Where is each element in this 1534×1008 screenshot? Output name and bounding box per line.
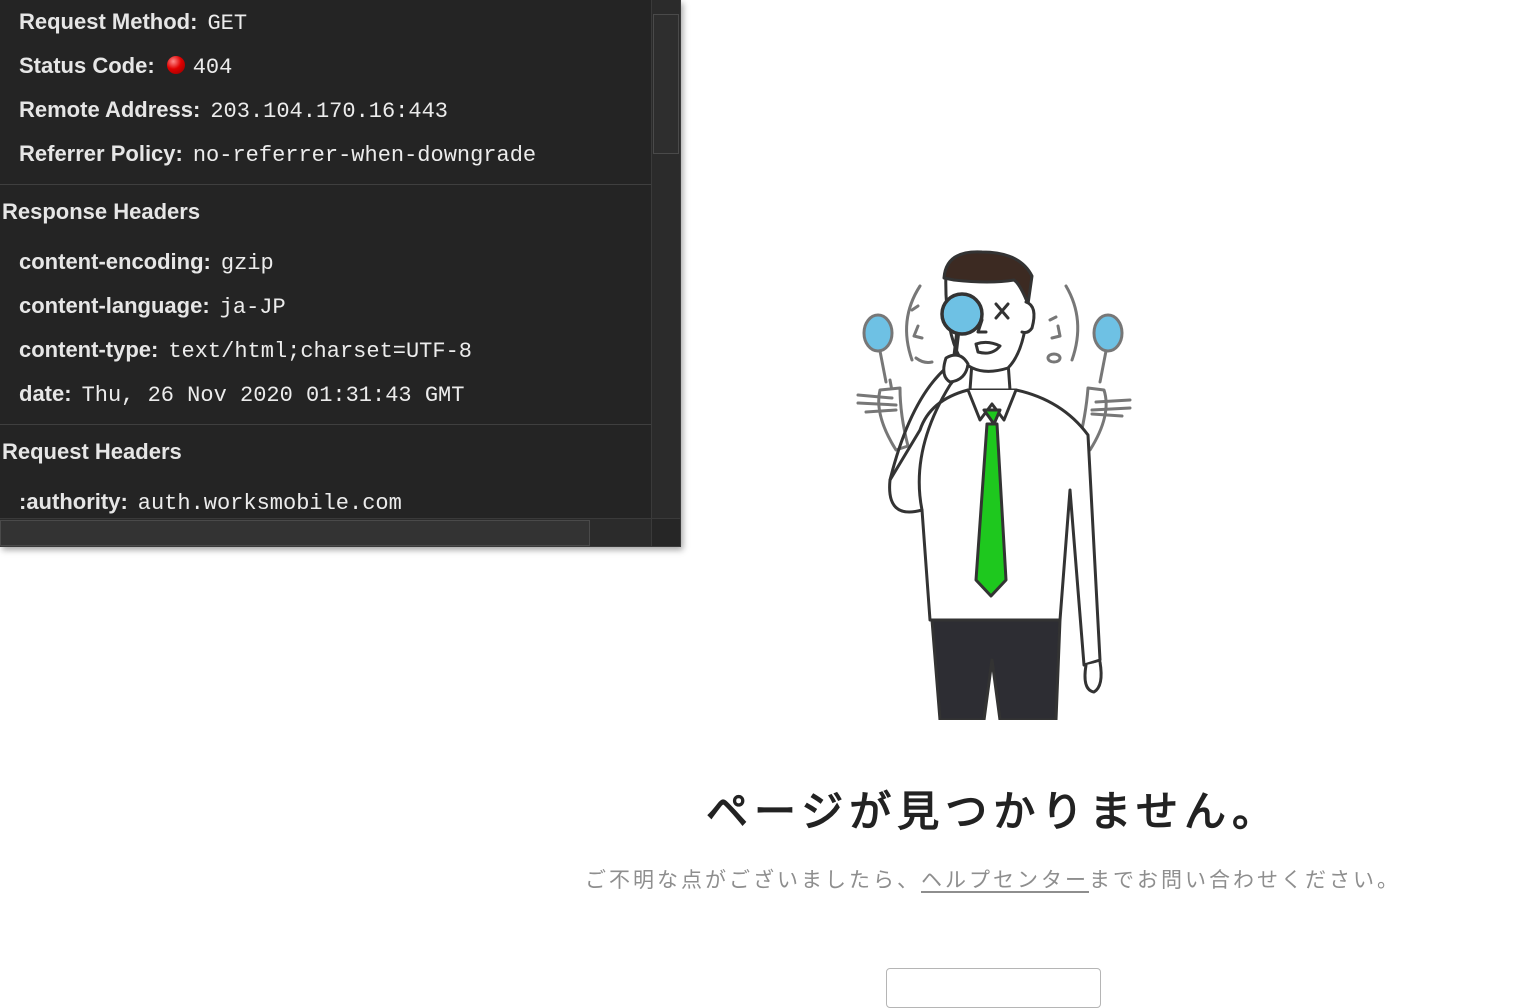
header-value: GET [207, 11, 248, 36]
vertical-scroll-thumb[interactable] [653, 14, 679, 154]
help-message-after: までお問い合わせください。 [1089, 868, 1401, 892]
header-key: content-language: [19, 293, 210, 318]
status-error-icon [166, 56, 185, 74]
request-headers-section[interactable]: Request Headers [0, 424, 651, 483]
header-key: Referrer Policy: [19, 141, 183, 166]
header-row-status-code: Status Code: 404 [19, 51, 232, 81]
header-row-content-encoding: content-encoding: gzip [19, 247, 274, 277]
header-key: :authority: [19, 489, 128, 514]
header-key: Request Method: [19, 9, 198, 34]
header-key: content-type: [19, 337, 159, 362]
header-key: date: [19, 381, 72, 406]
header-row-request-method: Request Method: GET [19, 7, 247, 37]
home-button[interactable] [886, 968, 1101, 1008]
header-value: text/html;charset=UTF-8 [168, 339, 472, 364]
header-key: Remote Address: [19, 97, 201, 122]
header-row-content-language: content-language: ja-JP [19, 291, 286, 321]
header-key: content-encoding: [19, 249, 211, 274]
header-key: Status Code: [19, 53, 155, 78]
page-not-found-title: ページが見つかりません。 [706, 787, 1280, 836]
scrollbar-corner [651, 518, 680, 546]
section-title: Request Headers [2, 439, 182, 464]
devtools-headers-panel: Request Method: GET Status Code: 404 Remot… [0, 0, 681, 547]
response-headers-section[interactable]: Response Headers [0, 184, 651, 243]
help-message: ご不明な点がございましたら、ヘルプセンターまでお問い合わせください。 [0, 864, 1534, 894]
header-value: ja-JP [219, 295, 286, 320]
header-value: auth.worksmobile.com [137, 491, 402, 516]
header-value: 404 [192, 55, 233, 80]
header-value: Thu, 26 Nov 2020 01:31:43 GMT [81, 383, 465, 408]
help-center-link[interactable]: ヘルプセンター [921, 868, 1089, 892]
header-value: 203.104.170.16:443 [210, 99, 448, 124]
header-row-referrer-policy: Referrer Policy: no-referrer-when-downgra… [19, 139, 536, 169]
header-row-authority: :authority: auth.worksmobile.com [19, 487, 402, 517]
help-message-before: ご不明な点がございましたら、 [585, 868, 921, 892]
searching-man-illustration [856, 250, 1132, 720]
vertical-scrollbar[interactable] [651, 0, 680, 518]
header-row-date: date: Thu, 26 Nov 2020 01:31:43 GMT [19, 379, 464, 409]
header-value: no-referrer-when-downgrade [192, 143, 537, 168]
section-title: Response Headers [2, 199, 201, 224]
header-row-content-type: content-type: text/html;charset=UTF-8 [19, 335, 472, 365]
headers-content: Request Method: GET Status Code: 404 Remot… [0, 0, 651, 518]
horizontal-scroll-thumb[interactable] [0, 520, 590, 546]
horizontal-scrollbar[interactable] [0, 518, 651, 546]
header-value: gzip [220, 251, 274, 276]
header-row-remote-address: Remote Address: 203.104.170.16:443 [19, 95, 448, 125]
